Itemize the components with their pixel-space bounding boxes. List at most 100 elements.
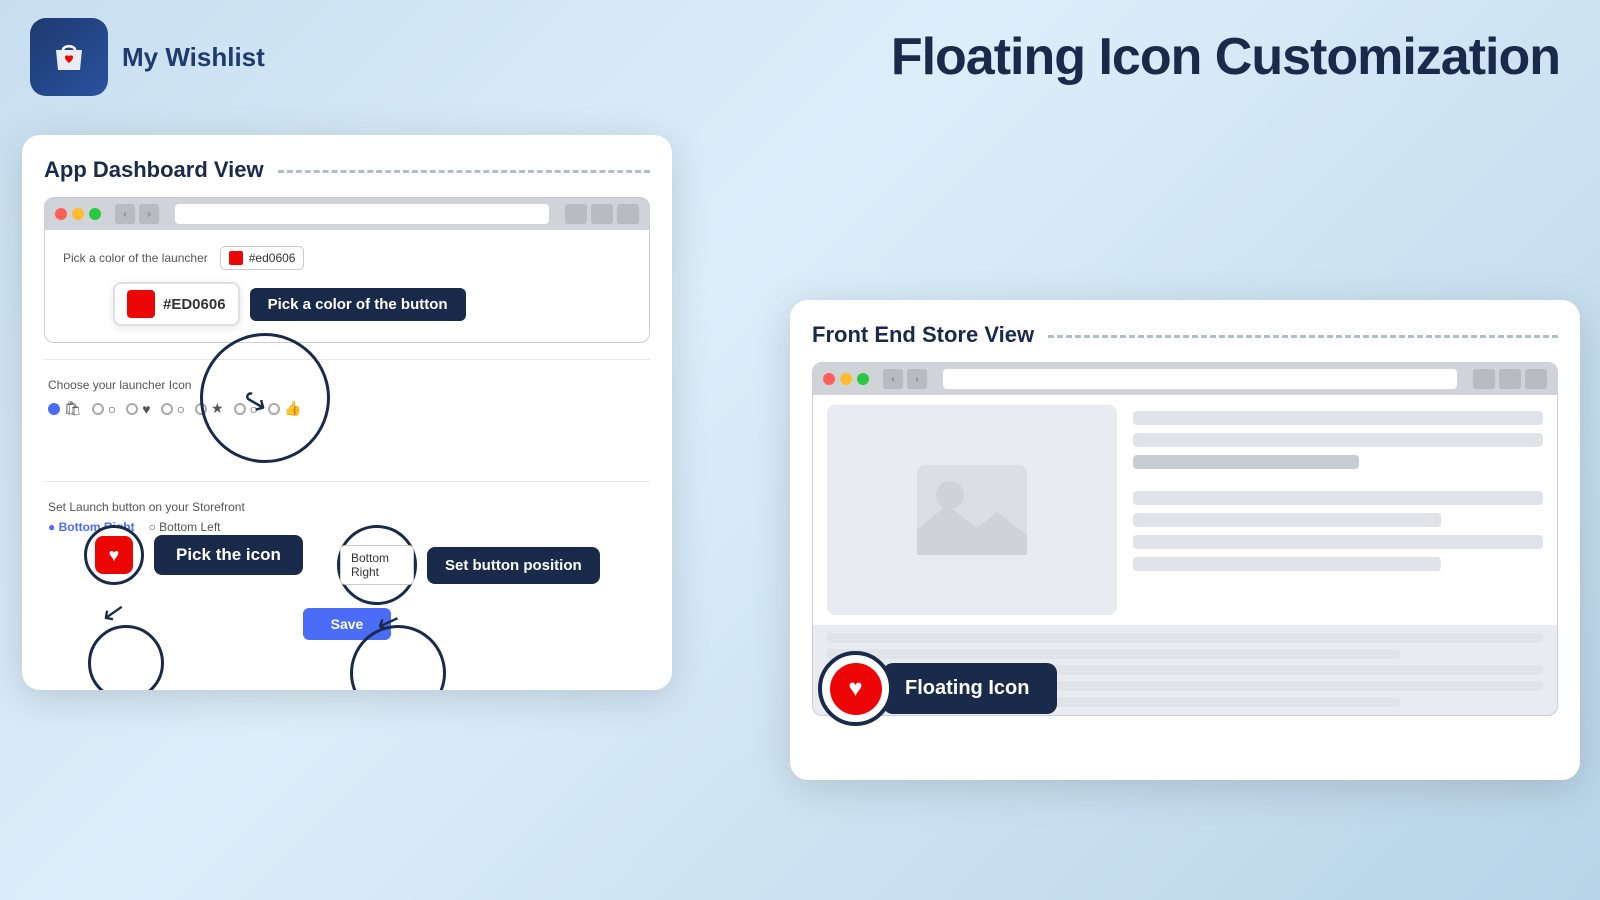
fe-image-placeholder bbox=[827, 405, 1117, 615]
browser-mockup: ‹ › Pick a color of the launcher #ed0606 bbox=[44, 197, 650, 343]
icon-option-star[interactable]: ★ bbox=[195, 400, 224, 417]
fe-browser-dots bbox=[823, 373, 869, 385]
position-input[interactable]: Bottom Right bbox=[340, 545, 414, 585]
icon-option-bag[interactable]: 🛍 bbox=[48, 400, 82, 417]
browser-action-2[interactable] bbox=[591, 204, 613, 224]
position-circle: Bottom Right bbox=[337, 525, 417, 605]
bottom-line-1 bbox=[827, 633, 1543, 643]
position-label: Set Launch button on your Storefront bbox=[48, 500, 646, 514]
icon-option-circle[interactable]: ○ bbox=[92, 401, 116, 417]
icon-section: Choose your launcher Icon 🛍 ○ ♥ ○ ★ bbox=[44, 370, 650, 425]
browser-url-bar[interactable] bbox=[175, 204, 549, 224]
fe-content-lines bbox=[1133, 405, 1543, 615]
content-line-5 bbox=[1133, 513, 1441, 527]
radio-unselected-1 bbox=[92, 403, 104, 415]
floating-icon-demo: ♥ Floating Icon bbox=[818, 651, 1057, 726]
callout-hash: #ED0606 bbox=[163, 296, 226, 313]
content-line-6 bbox=[1133, 535, 1543, 549]
frontend-panel: Front End Store View ‹ › bbox=[790, 300, 1580, 780]
dot-yellow bbox=[72, 208, 84, 220]
fe-dot-red bbox=[823, 373, 835, 385]
section-divider-2 bbox=[44, 481, 650, 482]
radio-unselected-3 bbox=[161, 403, 173, 415]
dashboard-panel: App Dashboard View ‹ › Pick a bbox=[22, 135, 672, 690]
pick-icon-label: Pick the icon bbox=[154, 535, 303, 575]
position-callout: Bottom Right Set button position bbox=[337, 525, 600, 605]
radio-unselected-2 bbox=[126, 403, 138, 415]
content-line-3 bbox=[1133, 455, 1359, 469]
float-circle: ♥ bbox=[818, 651, 893, 726]
dashboard-title: App Dashboard View bbox=[44, 157, 650, 183]
pick-icon-callout: ♥ Pick the icon bbox=[84, 525, 303, 585]
image-placeholder-icon bbox=[912, 460, 1032, 560]
icon-row: 🛍 ○ ♥ ○ ★ ○ � bbox=[48, 400, 646, 417]
fe-action-1[interactable] bbox=[1473, 369, 1495, 389]
callout-bubble: #ED0606 bbox=[113, 282, 240, 326]
callout-swatch bbox=[127, 290, 155, 318]
content-line-4 bbox=[1133, 491, 1543, 505]
browser-bar: ‹ › bbox=[45, 198, 649, 230]
content-line-1 bbox=[1133, 411, 1543, 425]
frontend-title: Front End Store View bbox=[812, 322, 1558, 348]
logo-box bbox=[30, 18, 108, 96]
icon-bag: 🛍 bbox=[64, 400, 82, 417]
browser-color-content: Pick a color of the launcher #ed0606 #ED… bbox=[45, 230, 649, 342]
icon-option-thumbs[interactable]: 👍 bbox=[268, 400, 301, 417]
header: My Wishlist Floating Icon Customization bbox=[0, 0, 1600, 106]
logo-icon bbox=[46, 34, 92, 80]
radio-unselected-5 bbox=[234, 403, 246, 415]
icon-option-circle2[interactable]: ○ bbox=[161, 401, 185, 417]
app-name: My Wishlist bbox=[122, 42, 265, 73]
fe-action-3[interactable] bbox=[1525, 369, 1547, 389]
fe-dot-green bbox=[857, 373, 869, 385]
icon-circle-2: ○ bbox=[177, 401, 185, 417]
icon-circle-3: ○ bbox=[250, 401, 258, 417]
color-callout-row: #ED0606 Pick a color of the button bbox=[113, 282, 631, 326]
icon-circle: ○ bbox=[108, 401, 116, 417]
fe-browser-actions bbox=[1473, 369, 1547, 389]
icon-preview-circle: ♥ bbox=[84, 525, 144, 585]
radio-selected bbox=[48, 403, 60, 415]
fe-nav-back[interactable]: ‹ bbox=[883, 369, 903, 389]
radio-unselected-6 bbox=[268, 403, 280, 415]
icon-red-heart: ♥ bbox=[95, 536, 133, 574]
nav-forward[interactable]: › bbox=[139, 204, 159, 224]
dashed-divider bbox=[278, 170, 650, 173]
set-position-label: Set button position bbox=[427, 547, 600, 584]
browser-nav: ‹ › bbox=[115, 204, 159, 224]
color-swatch-small bbox=[229, 251, 243, 265]
icon-heart: ♥ bbox=[142, 401, 150, 417]
content-line-7 bbox=[1133, 557, 1441, 571]
fe-browser-bar: ‹ › bbox=[813, 363, 1557, 395]
color-input-field[interactable]: #ed0606 bbox=[220, 246, 305, 270]
browser-action-1[interactable] bbox=[565, 204, 587, 224]
browser-actions bbox=[565, 204, 639, 224]
icon-choose-label: Choose your launcher Icon bbox=[48, 378, 646, 392]
fe-action-2[interactable] bbox=[1499, 369, 1521, 389]
icon-option-circle3[interactable]: ○ bbox=[234, 401, 258, 417]
icon-star: ★ bbox=[211, 400, 224, 417]
fe-browser-content bbox=[813, 395, 1557, 625]
color-label: Pick a color of the launcher bbox=[63, 251, 208, 265]
nav-back[interactable]: ‹ bbox=[115, 204, 135, 224]
content-line-2 bbox=[1133, 433, 1543, 447]
radio-unselected-4 bbox=[195, 403, 207, 415]
save-button[interactable]: Save bbox=[303, 608, 392, 640]
dot-green bbox=[89, 208, 101, 220]
color-picker-row: Pick a color of the launcher #ed0606 bbox=[63, 246, 631, 270]
page-title: Floating Icon Customization bbox=[891, 27, 1560, 87]
browser-action-3[interactable] bbox=[617, 204, 639, 224]
floating-icon-label: Floating Icon bbox=[883, 663, 1057, 714]
fe-browser-nav: ‹ › bbox=[883, 369, 927, 389]
fe-dot-yellow bbox=[840, 373, 852, 385]
pick-color-label: Pick a color of the button bbox=[250, 288, 466, 321]
fe-browser-url-bar[interactable] bbox=[943, 369, 1457, 389]
logo-area: My Wishlist bbox=[30, 18, 265, 96]
dot-red bbox=[55, 208, 67, 220]
browser-dots bbox=[55, 208, 101, 220]
fe-dashed-divider bbox=[1048, 335, 1558, 338]
icon-option-heart[interactable]: ♥ bbox=[126, 401, 150, 417]
icon-thumbs: 👍 bbox=[284, 400, 301, 417]
fe-nav-forward[interactable]: › bbox=[907, 369, 927, 389]
float-heart-button[interactable]: ♥ bbox=[830, 663, 882, 715]
